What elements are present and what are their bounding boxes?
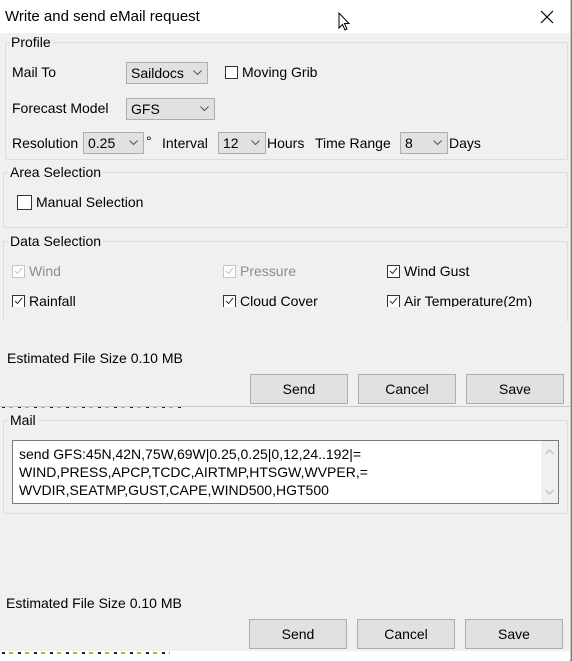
mail-body-textarea[interactable]: send GFS:45N,42N,75W,69W|0.25,0.25|0,12,… [12, 440, 559, 504]
checkmark-icon [389, 297, 398, 305]
chevron-down-icon [433, 140, 442, 146]
manual-selection-checkbox[interactable]: Manual Selection [17, 194, 143, 210]
estimated-file-size: Estimated File Size 0.10 MB [6, 595, 182, 611]
data-item-label: Wind [29, 263, 61, 279]
scroll-up-icon[interactable] [545, 449, 554, 455]
checkmark-icon [14, 297, 23, 305]
checkbox-box[interactable] [12, 294, 25, 307]
checkbox-box[interactable] [223, 294, 236, 307]
data-item-wind-gust[interactable]: Wind Gust [387, 263, 469, 279]
interval-label: Interval [162, 135, 208, 151]
data-item-label: Air Temperature(2m) [404, 293, 533, 307]
mail-to-select[interactable]: Saildocs [126, 62, 208, 84]
resolution-unit: ° [146, 133, 152, 149]
checkmark-icon [225, 297, 234, 305]
close-icon [540, 10, 554, 23]
time-range-label: Time Range [315, 135, 391, 151]
time-range-value: 8 [405, 135, 413, 151]
mail-to-value: Saildocs [131, 65, 184, 81]
data-item-cloud-cover[interactable]: Cloud Cover [223, 293, 318, 307]
send-button[interactable]: Send [249, 619, 347, 649]
interval-select[interactable]: 12 [218, 132, 266, 154]
profile-group-label: Profile [9, 34, 53, 50]
estimated-file-size-upper: Estimated File Size 0.10 MB [7, 350, 183, 366]
checkbox-box[interactable] [387, 294, 400, 307]
data-item-air-temperature[interactable]: Air Temperature(2m) [387, 293, 532, 307]
interval-value: 12 [223, 135, 239, 151]
email-request-dialog: Write and send eMail request Profile Mai… [0, 0, 571, 661]
data-item-label: Wind Gust [404, 263, 470, 279]
mouse-cursor-icon [338, 12, 351, 31]
checkbox-box [223, 264, 236, 278]
resolution-value: 0.25 [88, 135, 116, 151]
data-item-pressure: Pressure [223, 263, 296, 279]
mail-to-label: Mail To [12, 64, 57, 80]
resolution-label: Resolution [12, 135, 79, 151]
area-selection-label: Area Selection [8, 164, 104, 180]
mail-body-text[interactable]: send GFS:45N,42N,75W,69W|0.25,0.25|0,12,… [19, 445, 368, 499]
render-artifact [2, 652, 170, 654]
checkmark-icon [225, 267, 234, 275]
close-button[interactable] [524, 0, 570, 33]
title-bar[interactable]: Write and send eMail request [0, 0, 570, 33]
time-range-unit: Days [449, 135, 481, 151]
time-range-select[interactable]: 8 [400, 132, 448, 154]
send-button-upper[interactable]: Send [250, 374, 348, 404]
chevron-down-icon [251, 140, 260, 146]
cancel-button[interactable]: Cancel [357, 619, 455, 649]
checkbox-box[interactable] [387, 264, 400, 278]
interval-unit: Hours [267, 135, 305, 151]
data-item-wind: Wind [12, 263, 61, 279]
moving-grib-box[interactable] [225, 65, 238, 79]
checkmark-icon [389, 267, 398, 275]
data-selection-items: Wind Pressure Wind Gust Rainfall Cloud C… [0, 255, 566, 307]
mail-group-label: Mail [8, 412, 38, 428]
checkbox-box [12, 264, 25, 278]
data-selection-label: Data Selection [8, 233, 104, 249]
data-item-rainfall[interactable]: Rainfall [12, 293, 76, 307]
manual-selection-box[interactable] [17, 194, 32, 210]
save-button-upper[interactable]: Save [466, 374, 564, 404]
moving-grib-label: Moving Grib [242, 64, 318, 80]
checkmark-icon [14, 267, 23, 275]
moving-grib-checkbox[interactable]: Moving Grib [225, 64, 317, 80]
forecast-model-select[interactable]: GFS [126, 98, 215, 120]
data-item-label: Cloud Cover [240, 293, 318, 307]
mail-scrollbar[interactable] [541, 441, 558, 503]
divider [0, 406, 570, 407]
scroll-down-icon[interactable] [545, 489, 554, 495]
chevron-down-icon [200, 106, 209, 112]
manual-selection-label: Manual Selection [36, 194, 144, 210]
save-button[interactable]: Save [465, 619, 563, 649]
forecast-model-label: Forecast Model [12, 100, 109, 116]
window-title: Write and send eMail request [5, 8, 200, 25]
forecast-model-value: GFS [131, 101, 160, 117]
data-item-label: Pressure [240, 263, 297, 279]
resolution-select[interactable]: 0.25 [83, 132, 144, 154]
chevron-down-icon [193, 70, 202, 76]
data-item-label: Rainfall [29, 293, 76, 307]
cancel-button-upper[interactable]: Cancel [358, 374, 456, 404]
chevron-down-icon [129, 140, 138, 146]
